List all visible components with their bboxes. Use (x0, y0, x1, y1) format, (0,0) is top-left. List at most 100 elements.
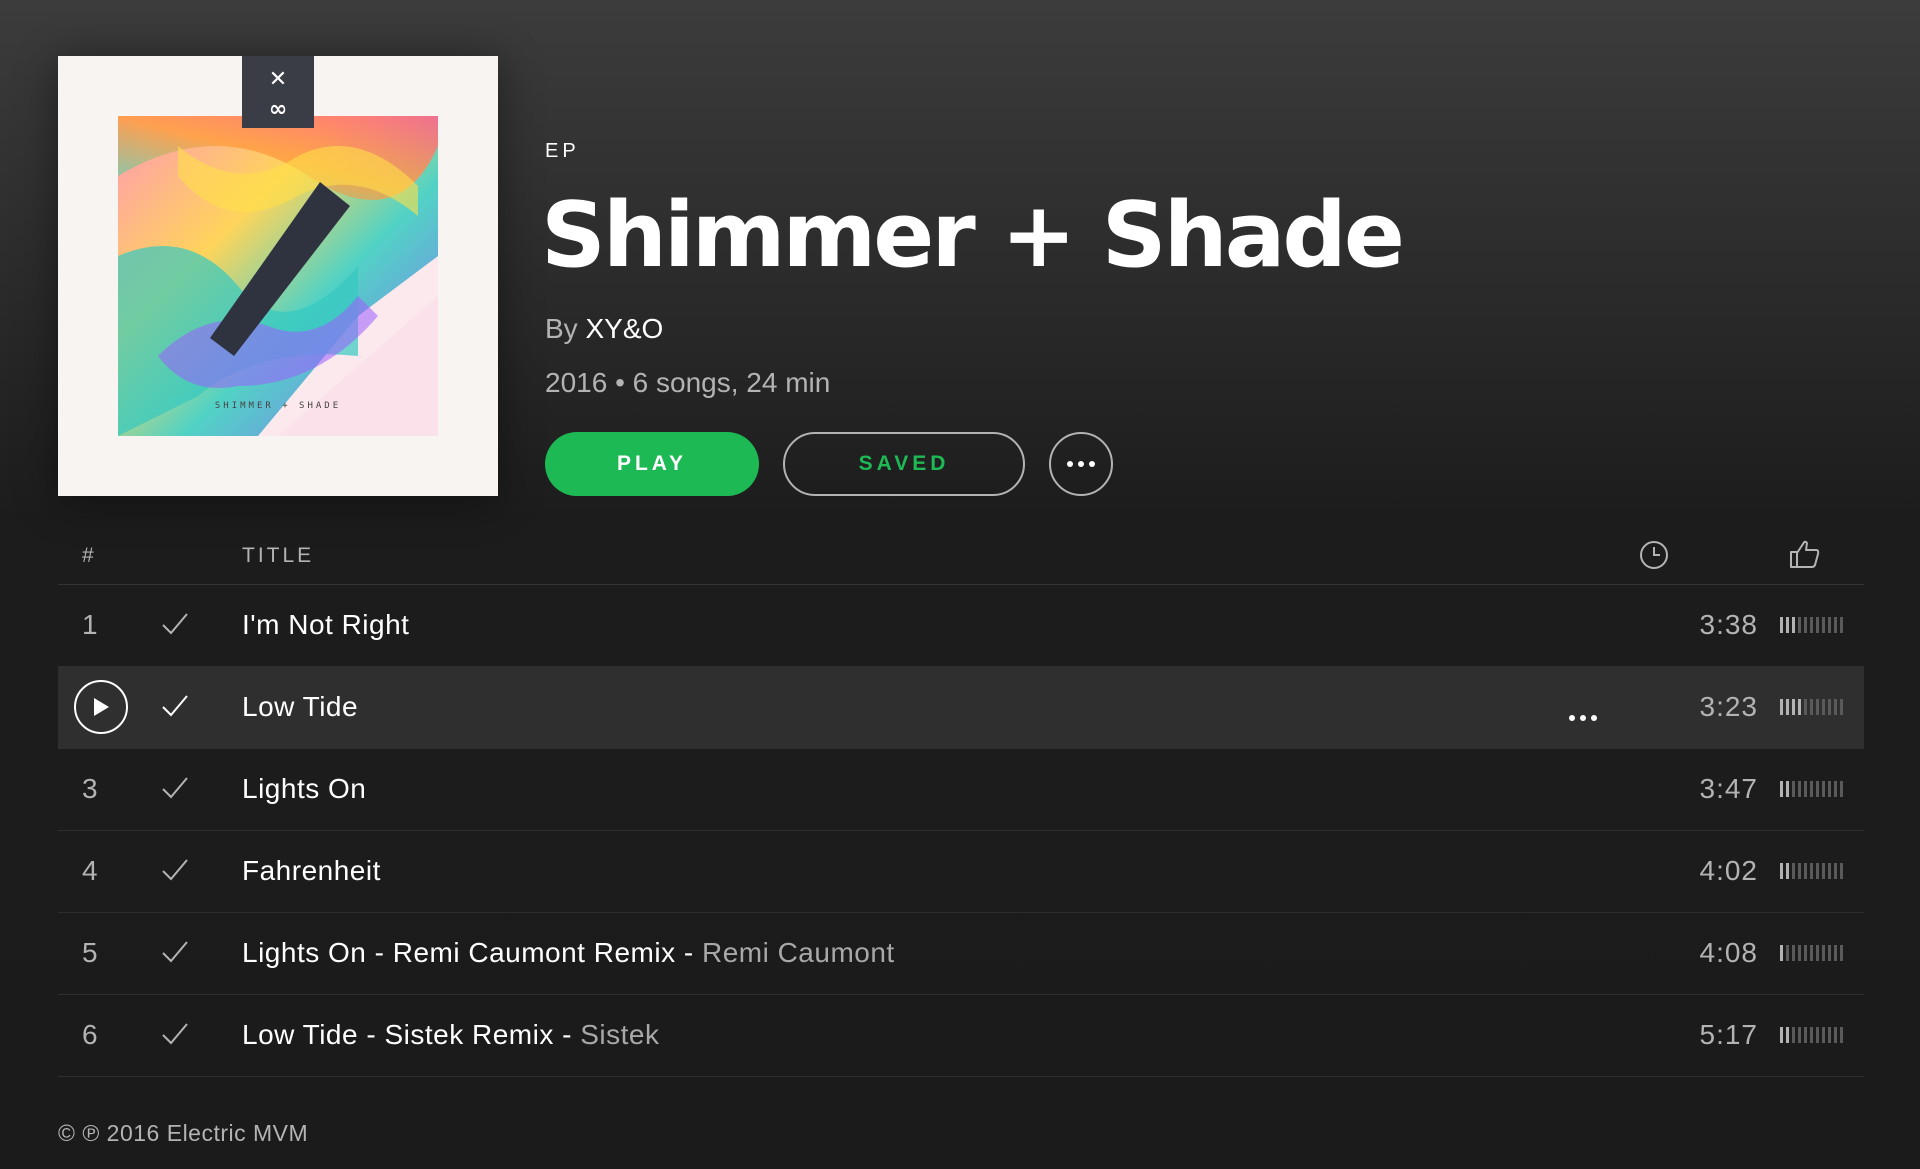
track-title: Lights On (242, 773, 366, 805)
track-featured-artist[interactable]: Remi Caumont (702, 937, 895, 968)
popularity-bar (1816, 617, 1819, 633)
saved-check-icon[interactable] (160, 774, 190, 809)
popularity-bar (1840, 1027, 1843, 1043)
more-horizontal-icon (1067, 461, 1095, 467)
popularity-bar (1816, 863, 1819, 879)
popularity-bar (1816, 1027, 1819, 1043)
popularity-bar (1834, 781, 1837, 797)
popularity-bar (1792, 617, 1795, 633)
popularity-bar (1834, 945, 1837, 961)
track-title: Lights On - Remi Caumont Remix - Remi Ca… (242, 937, 895, 969)
column-number: # (82, 544, 94, 567)
popularity-bar (1822, 617, 1825, 633)
popularity-bar (1810, 781, 1813, 797)
track-row[interactable]: 6 Low Tide - Sistek Remix - Sistek 5:17 (58, 995, 1864, 1077)
album-cover[interactable]: ✕ ∞ SHIMMER + SHADE (58, 56, 498, 496)
popularity-bar (1822, 781, 1825, 797)
popularity-bar (1804, 781, 1807, 797)
album-actions: PLAY SAVED (545, 432, 1113, 496)
saved-check-icon[interactable] (160, 938, 190, 973)
saved-check-icon[interactable] (160, 1020, 190, 1055)
popularity-bar (1780, 945, 1783, 961)
popularity-bar (1804, 699, 1807, 715)
track-play-button[interactable] (74, 680, 128, 734)
popularity-bar (1780, 781, 1783, 797)
popularity-bar (1780, 617, 1783, 633)
saved-check-icon[interactable] (160, 692, 190, 727)
track-more-button[interactable] (1568, 697, 1598, 729)
thumbs-up-icon (1788, 538, 1822, 576)
svg-text:∞: ∞ (269, 97, 287, 122)
saved-check-icon[interactable] (160, 610, 190, 645)
popularity-bar (1840, 699, 1843, 715)
track-title: Fahrenheit (242, 855, 381, 887)
track-row[interactable]: 5 Lights On - Remi Caumont Remix - Remi C… (58, 913, 1864, 995)
popularity-bar (1828, 699, 1831, 715)
track-featured-artist[interactable]: Sistek (580, 1019, 659, 1050)
popularity-bar (1816, 781, 1819, 797)
track-duration: 3:47 (1699, 773, 1758, 804)
track-popularity (1780, 945, 1843, 961)
popularity-bar (1804, 863, 1807, 879)
popularity-bar (1822, 699, 1825, 715)
track-row[interactable]: 4 Fahrenheit 4:02 (58, 831, 1864, 913)
album-type: EP (545, 140, 580, 162)
popularity-bar (1840, 863, 1843, 879)
popularity-bar (1798, 863, 1801, 879)
track-row[interactable]: 1 I'm Not Right 3:38 (58, 585, 1864, 667)
popularity-bar (1792, 781, 1795, 797)
track-duration: 3:23 (1699, 691, 1758, 722)
more-horizontal-icon (1569, 715, 1597, 721)
artist-link[interactable]: XY&O (585, 313, 663, 344)
track-row[interactable]: Low Tide 3:23 (58, 667, 1864, 749)
popularity-bar (1828, 1027, 1831, 1043)
popularity-bar (1840, 781, 1843, 797)
popularity-bar (1780, 1027, 1783, 1043)
popularity-bar (1798, 781, 1801, 797)
popularity-bar (1828, 945, 1831, 961)
saved-button[interactable]: SAVED (783, 432, 1025, 496)
track-popularity (1780, 1027, 1843, 1043)
popularity-bar (1786, 863, 1789, 879)
popularity-bar (1810, 1027, 1813, 1043)
track-number: 6 (82, 1019, 98, 1050)
popularity-bar (1810, 863, 1813, 879)
track-number: 1 (82, 609, 98, 640)
track-row[interactable]: 3 Lights On 3:47 (58, 749, 1864, 831)
track-duration: 4:02 (1699, 855, 1758, 886)
popularity-bar (1804, 945, 1807, 961)
by-label: By (545, 313, 578, 344)
popularity-bar (1792, 863, 1795, 879)
popularity-bar (1786, 699, 1789, 715)
track-popularity (1780, 781, 1843, 797)
track-title-text: I'm Not Right (242, 609, 410, 640)
track-duration: 3:38 (1699, 609, 1758, 640)
album-title: Shimmer + Shade (541, 183, 1405, 288)
cover-text: SHIMMER + SHADE (215, 401, 341, 411)
album-meta: 2016 • 6 songs, 24 min (545, 367, 831, 398)
popularity-bar (1792, 699, 1795, 715)
track-popularity (1780, 617, 1843, 633)
more-options-button[interactable] (1049, 432, 1113, 496)
popularity-bar (1816, 699, 1819, 715)
clock-icon (1638, 539, 1670, 577)
track-title: Low Tide (242, 691, 358, 723)
svg-text:✕: ✕ (269, 67, 287, 92)
popularity-bar (1822, 945, 1825, 961)
popularity-bar (1804, 1027, 1807, 1043)
popularity-bar (1840, 945, 1843, 961)
album-header: EP Shimmer + Shade By XY&O 2016 • 6 song… (541, 140, 1845, 399)
album-artwork: ✕ ∞ SHIMMER + SHADE (58, 56, 498, 496)
popularity-bar (1834, 863, 1837, 879)
track-title: Low Tide - Sistek Remix - Sistek (242, 1019, 659, 1051)
popularity-bar (1792, 1027, 1795, 1043)
track-number: 4 (82, 855, 98, 886)
play-button[interactable]: PLAY (545, 432, 759, 496)
popularity-bar (1798, 617, 1801, 633)
saved-check-icon[interactable] (160, 856, 190, 891)
popularity-bar (1804, 617, 1807, 633)
popularity-bar (1834, 1027, 1837, 1043)
popularity-bar (1798, 945, 1801, 961)
column-title: TITLE (242, 544, 315, 567)
popularity-bar (1822, 1027, 1825, 1043)
